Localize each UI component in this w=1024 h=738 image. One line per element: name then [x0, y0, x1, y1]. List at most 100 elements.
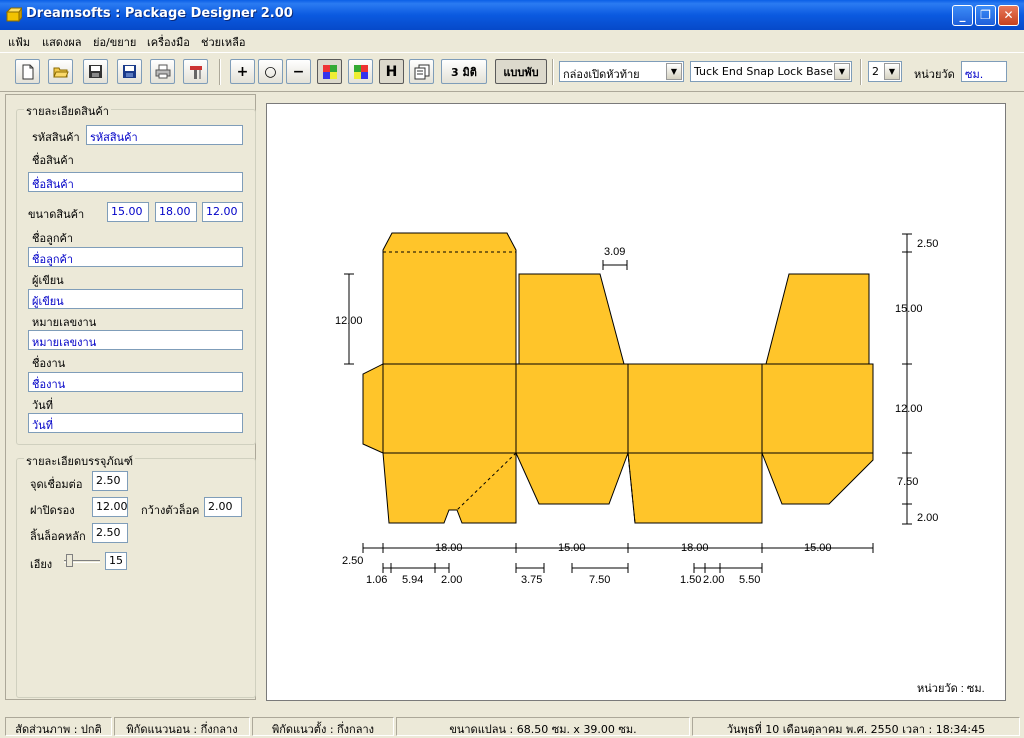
dim-3-09: 3.09 [604, 246, 625, 258]
job-name-label: ชื่องาน [32, 357, 66, 370]
job-number-input[interactable]: หมายเลขงาน [28, 330, 243, 350]
box-type-value: กล่องเปิดหัวท้าย [563, 68, 640, 81]
menu-help[interactable]: ช่วยเหลือ [201, 33, 245, 51]
tools-button[interactable] [183, 59, 208, 84]
toolbar-separator [552, 59, 554, 85]
product-name-label: ชื่อสินค้า [32, 154, 74, 167]
folded-view-button[interactable]: แบบพับ [495, 59, 547, 84]
status-ratio: สัดส่วนภาพ : ปกติ [5, 717, 112, 736]
page-value: 2 [872, 65, 879, 78]
package-dieline: 3.09 12.00 2.50 15.00 12.00 7.50 2.00 2.… [335, 232, 985, 695]
box-type-select[interactable]: กล่องเปิดหัวท้าย ▼ [559, 61, 684, 82]
status-v-align: พิกัดแนวตั้ง : กึ่งกลาง [252, 717, 394, 736]
toolbar-separator [219, 59, 221, 85]
dim-2-00-b: 2.00 [703, 574, 724, 586]
menu-tools[interactable]: เครื่องมือ [147, 33, 190, 51]
close-button[interactable]: ✕ [998, 5, 1019, 26]
slope-slider[interactable] [64, 554, 100, 568]
zoom-in-button[interactable]: + [230, 59, 255, 84]
joint-label: จุดเชื่อมต่อ [30, 478, 83, 491]
page-select[interactable]: 2 ▼ [868, 61, 902, 82]
h-view-button[interactable]: H [379, 59, 404, 84]
customer-input[interactable]: ชื่อลูกค้า [28, 247, 243, 267]
drawing-canvas[interactable]: 3.09 12.00 2.50 15.00 12.00 7.50 2.00 2.… [266, 103, 1006, 701]
dim-1-06: 1.06 [366, 574, 387, 586]
floppy-disk-icon [89, 65, 102, 78]
writer-label: ผู้เขียน [32, 274, 64, 287]
app-icon [6, 7, 22, 23]
status-plan-size: ขนาดแปลน : 68.50 ซม. x 39.00 ซม. [396, 717, 690, 736]
new-button[interactable] [15, 59, 40, 84]
bottom-lock-flap-3 [627, 452, 763, 524]
style-select[interactable]: Tuck End Snap Lock Base 1 ▼ [690, 61, 852, 82]
save-as-icon [123, 65, 136, 78]
unit-input[interactable]: ซม. [961, 61, 1007, 82]
size-height-input[interactable]: 12.00 [202, 202, 243, 222]
date-input[interactable]: วันที่ [28, 413, 243, 433]
size-length-input[interactable]: 18.00 [155, 202, 197, 222]
print-button[interactable] [150, 59, 175, 84]
minimize-button[interactable]: _ [952, 5, 973, 26]
dim-15-right: 15.00 [895, 303, 923, 315]
dim-2-00-a: 2.00 [441, 574, 462, 586]
lock-tab-label: ลิ้นล็อคหลัก [30, 530, 86, 543]
chevron-down-icon: ▼ [884, 63, 900, 80]
open-button[interactable] [48, 59, 73, 84]
dim-5-50: 5.50 [739, 574, 760, 586]
body-panel-4 [761, 363, 874, 454]
3d-view-button[interactable]: 3 มิติ [441, 59, 487, 84]
dim-seg-15-a: 15.00 [558, 542, 586, 554]
size-width-input[interactable]: 15.00 [107, 202, 149, 222]
dim-seg-18-a: 18.00 [435, 542, 463, 554]
product-size-label: ขนาดสินค้า [28, 208, 85, 221]
maximize-button[interactable]: ❐ [975, 5, 996, 26]
dim-7-50-bottom: 7.50 [589, 574, 610, 586]
zoom-reset-button[interactable]: ○ [258, 59, 283, 84]
bottom-lock-flap-4 [761, 452, 874, 505]
writer-input[interactable]: ผู้เขียน [28, 289, 243, 309]
toolbar-separator [860, 59, 862, 85]
dim-seg-15-b: 15.00 [804, 542, 832, 554]
menu-bar: แฟ้ม แสดงผล ย่อ/ขยาย เครื่องมือ ช่วยเหลื… [0, 30, 1024, 50]
product-details-title: รายละเอียดสินค้า [24, 102, 111, 120]
tools-icon [189, 65, 202, 79]
unit-note: หน่วยวัด : ซม. [917, 683, 985, 695]
top-tuck-flap [382, 232, 517, 365]
job-number-label: หมายเลขงาน [32, 316, 97, 329]
product-code-input[interactable]: รหัสสินค้า [86, 125, 243, 145]
product-code-label: รหัสสินค้า [32, 131, 80, 144]
bottom-lock-flap-2 [515, 452, 629, 505]
dim-3-75: 3.75 [521, 574, 542, 586]
dim-12-right: 12.00 [895, 403, 923, 415]
layers-button[interactable] [409, 59, 434, 84]
job-name-input[interactable]: ชื่องาน [28, 372, 243, 392]
save-button[interactable] [83, 59, 108, 84]
pages-icon [414, 64, 429, 79]
status-datetime: วันพุธที่ 10 เดือนตุลาคม พ.ศ. 2550 เวลา … [692, 717, 1020, 736]
body-panel-2 [515, 363, 629, 454]
menu-view[interactable]: แสดงผล [42, 33, 82, 51]
glue-flap [362, 363, 384, 454]
dim-2-50-left: 2.50 [342, 555, 363, 567]
slope-input[interactable]: 15 [105, 552, 127, 570]
top-dust-flap-left [518, 273, 625, 365]
top-dust-flap-right [765, 273, 870, 365]
lock-tab-input[interactable]: 2.50 [92, 523, 128, 543]
color-fill-button[interactable] [317, 59, 342, 84]
product-name-input[interactable]: ชื่อสินค้า [28, 172, 243, 192]
lid-input[interactable]: 12.00 [92, 497, 128, 517]
color-grid-icon [322, 64, 337, 79]
color-palette-button[interactable] [348, 59, 373, 84]
save-as-button[interactable] [117, 59, 142, 84]
palette-icon [353, 64, 368, 79]
lock-width-input[interactable]: 2.00 [204, 497, 242, 517]
joint-input[interactable]: 2.50 [92, 471, 128, 491]
dim-5-94: 5.94 [402, 574, 423, 586]
zoom-out-button[interactable]: − [286, 59, 311, 84]
slider-thumb[interactable] [66, 554, 73, 567]
style-value: Tuck End Snap Lock Base 1 [694, 65, 844, 78]
dieline-shapes [362, 232, 874, 524]
unit-label: หน่วยวัด [914, 68, 955, 81]
menu-file[interactable]: แฟ้ม [8, 33, 30, 51]
menu-zoom[interactable]: ย่อ/ขยาย [93, 33, 136, 51]
